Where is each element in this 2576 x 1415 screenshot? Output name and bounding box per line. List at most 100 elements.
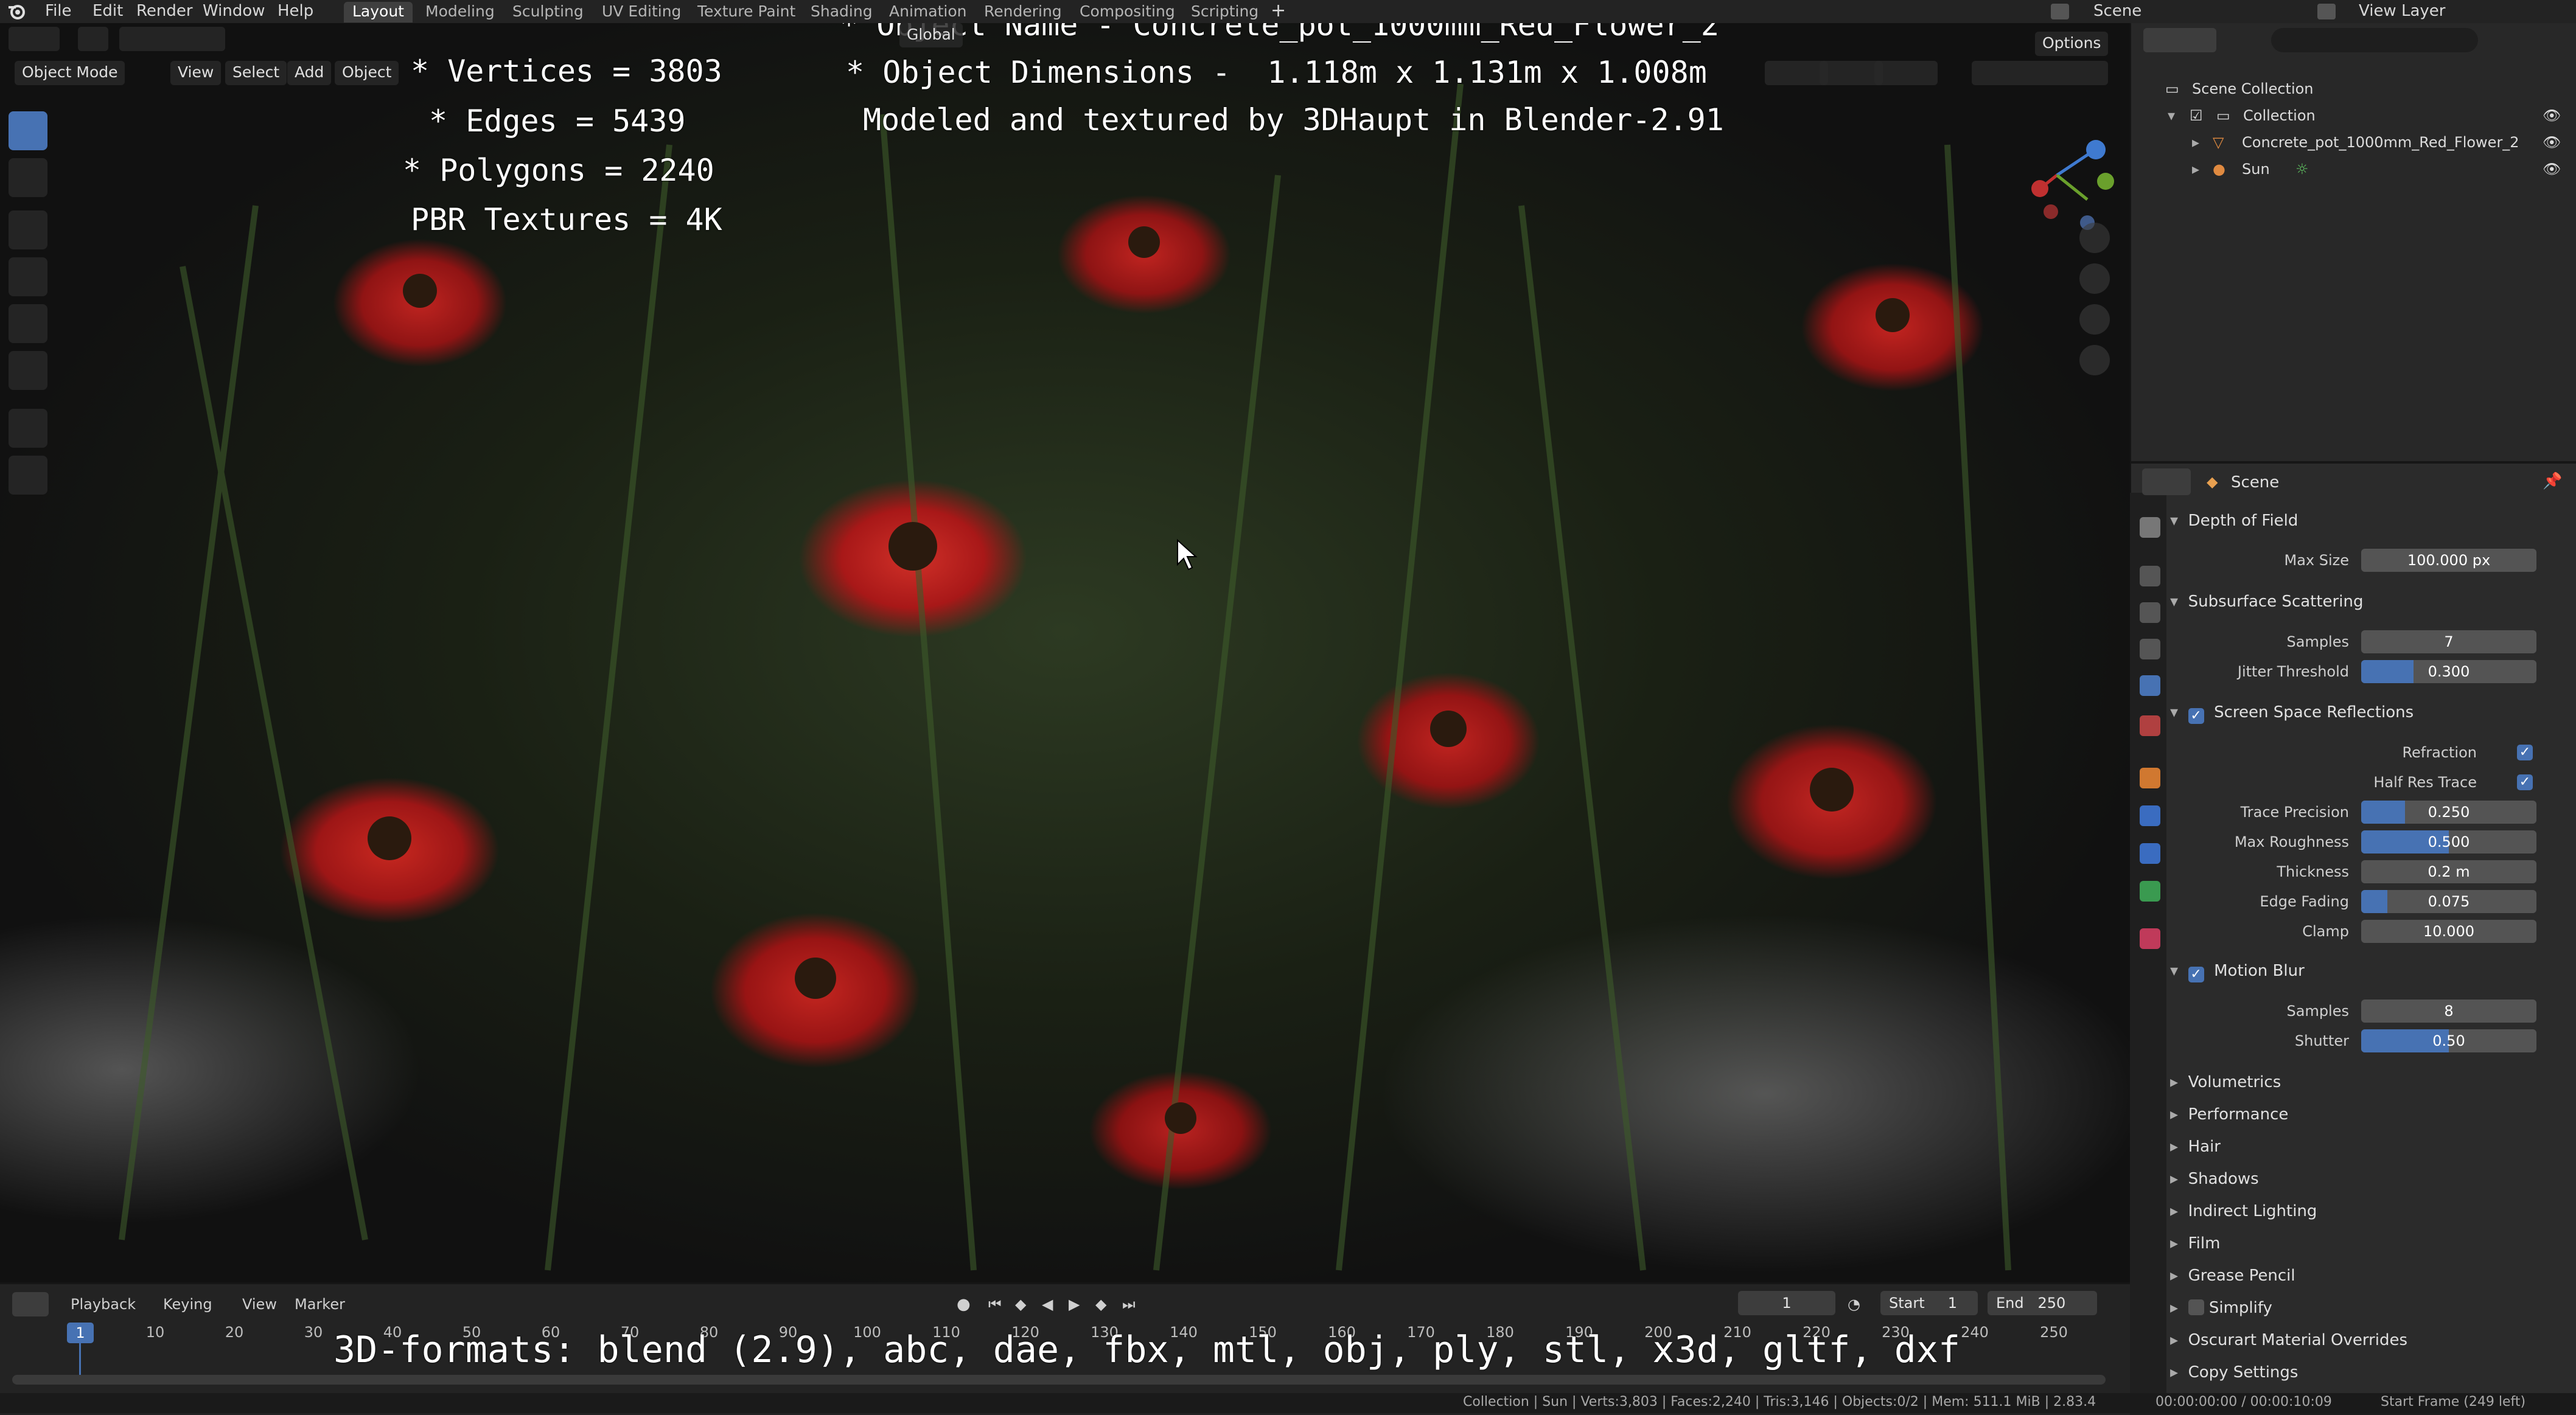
zoom-icon[interactable] [2079, 223, 2110, 253]
eye-icon[interactable]: 👁 [2543, 102, 2561, 129]
menu-edit[interactable]: Edit [92, 0, 123, 23]
viewport-menu-select[interactable]: Select [225, 61, 287, 85]
panel-simplify[interactable]: ▸ Simplify [2170, 1294, 2572, 1322]
pin-icon[interactable]: 📌 [2543, 472, 2562, 490]
camera-view-icon[interactable] [2079, 304, 2110, 335]
rotate-tool-icon[interactable] [9, 257, 47, 296]
view-layer-selector-icon[interactable] [2317, 4, 2336, 19]
panel-film[interactable]: ▸ Film [2170, 1229, 2572, 1257]
panel-shadows[interactable]: ▸ Shadows [2170, 1165, 2572, 1193]
tab-uv-editing[interactable]: UV Editing [593, 2, 689, 23]
scene-selector-icon[interactable] [2051, 4, 2069, 19]
selection-modes-icon[interactable] [119, 27, 225, 51]
transform-orientation-dropdown[interactable]: Global [899, 23, 963, 47]
viewport-menu-view[interactable]: View [170, 61, 222, 85]
tab-layout[interactable]: Layout [344, 2, 413, 23]
jitter-threshold-slider[interactable]: 0.300 [2361, 660, 2536, 683]
end-frame-field[interactable]: End 250 [1988, 1291, 2097, 1315]
motion-blur-samples-field[interactable]: 8 [2361, 1000, 2536, 1023]
timeline-menu-view[interactable]: View [242, 1292, 277, 1316]
tab-scripting[interactable]: Scripting [1182, 2, 1267, 23]
shading-modes-icon[interactable] [1972, 61, 2108, 85]
expand-arrow-icon[interactable]: ▸ [2192, 156, 2199, 183]
panel-performance[interactable]: ▸ Performance [2170, 1100, 2572, 1128]
max-roughness-slider[interactable]: 0.500 [2361, 830, 2536, 854]
current-frame-field[interactable]: 1 [1738, 1291, 1835, 1315]
expand-arrow-icon[interactable]: ▾ [2168, 102, 2175, 129]
menu-window[interactable]: Window [203, 0, 265, 23]
record-icon[interactable]: ● [957, 1292, 971, 1316]
eye-icon[interactable]: 👁 [2543, 129, 2561, 156]
perspective-grid-icon[interactable] [2079, 345, 2110, 375]
tab-modeling[interactable]: Modeling [417, 2, 503, 23]
sss-samples-field[interactable]: 7 [2361, 630, 2536, 653]
annotate-tool-icon[interactable] [9, 409, 47, 448]
blender-logo-icon[interactable] [7, 2, 26, 21]
timeline-menu-marker[interactable]: Marker [295, 1292, 345, 1316]
output-tab-icon[interactable] [2140, 602, 2160, 623]
options-dropdown[interactable]: Options [2035, 32, 2109, 56]
menu-file[interactable]: File [45, 0, 72, 23]
pan-hand-icon[interactable] [2079, 263, 2110, 294]
panel-subsurface-scattering[interactable]: ▾ Subsurface Scattering [2170, 588, 2572, 616]
clock-icon[interactable]: ◔ [1848, 1292, 1860, 1316]
ssr-enable-checkbox[interactable]: ✓ [2188, 708, 2204, 724]
object-tab-icon[interactable] [2140, 768, 2160, 788]
expand-arrow-icon[interactable]: ▸ [2192, 129, 2199, 156]
3d-viewport[interactable]: * Object Name - Concrete_pot_1000mm_Red_… [0, 23, 2130, 1282]
panel-depth-of-field[interactable]: ▾ Depth of Field [2170, 507, 2572, 535]
play-icon[interactable]: ▶ [1069, 1292, 1080, 1316]
panel-motion-blur[interactable]: ▾ ✓ Motion Blur [2170, 957, 2572, 985]
clamp-field[interactable]: 10.000 [2361, 920, 2536, 943]
tab-compositing[interactable]: Compositing [1071, 2, 1184, 23]
playhead[interactable]: 1 [67, 1323, 94, 1343]
timeline-menu-playback[interactable]: Playback [71, 1292, 136, 1316]
start-frame-field[interactable]: Start 1 [1880, 1291, 1978, 1315]
timeline-menu-keying[interactable]: Keying [163, 1292, 212, 1316]
checkbox-icon[interactable]: ☑ [2190, 102, 2203, 129]
panel-oscurart-material-overrides[interactable]: ▸ Oscurart Material Overrides [2170, 1326, 2572, 1354]
measure-tool-icon[interactable] [9, 456, 47, 495]
shutter-slider[interactable]: 0.50 [2361, 1029, 2536, 1052]
scale-tool-icon[interactable] [9, 304, 47, 343]
tab-texture-paint[interactable]: Texture Paint [689, 2, 804, 23]
motion-blur-checkbox[interactable]: ✓ [2188, 967, 2204, 982]
menu-render[interactable]: Render [136, 0, 193, 23]
view-layer-name[interactable]: View Layer [2359, 0, 2445, 23]
outliner-row-collection[interactable]: ▾ ☑ ▭ Collection 👁 [2131, 102, 2576, 129]
refraction-checkbox[interactable]: ✓ [2517, 745, 2533, 760]
next-keyframe-icon[interactable]: ◆ [1095, 1292, 1106, 1316]
move-tool-icon[interactable] [9, 210, 47, 249]
select-box-tool[interactable] [9, 111, 47, 150]
transform-tool-icon[interactable] [9, 351, 47, 390]
timeline-scrollbar[interactable] [12, 1375, 2106, 1385]
jump-start-icon[interactable]: ⏮ [988, 1292, 1002, 1316]
eye-icon[interactable]: 👁 [2543, 156, 2561, 183]
world-tab-icon[interactable] [2140, 715, 2160, 736]
gizmo-toggle-icon[interactable] [1820, 61, 1883, 85]
tab-shading[interactable]: Shading [802, 2, 881, 23]
prev-keyframe-icon[interactable]: ◆ [1015, 1292, 1026, 1316]
panel-volumetrics[interactable]: ▸ Volumetrics [2170, 1068, 2572, 1096]
outliner-row-scene-collection[interactable]: ▭ Scene Collection [2131, 75, 2576, 102]
simplify-checkbox[interactable] [2188, 1299, 2204, 1315]
panel-hair[interactable]: ▸ Hair [2170, 1133, 2572, 1161]
edge-fading-slider[interactable]: 0.075 [2361, 890, 2536, 913]
outliner-search-input[interactable] [2271, 28, 2478, 52]
timeline-editor-type-icon[interactable] [12, 1292, 49, 1316]
add-workspace-icon[interactable]: + [1271, 0, 1286, 23]
jump-end-icon[interactable]: ⏭ [1122, 1292, 1136, 1316]
outliner-row-sun[interactable]: ▸ ● Sun ☼ 👁 [2131, 156, 2576, 183]
object-mode-dropdown[interactable]: Object Mode [15, 61, 125, 85]
panel-indirect-lighting[interactable]: ▸ Indirect Lighting [2170, 1197, 2572, 1225]
outliner-row-object[interactable]: ▸ ▽ Concrete_pot_1000mm_Red_Flower_2 👁 [2131, 129, 2576, 156]
scene-name[interactable]: Scene [2093, 0, 2141, 23]
visibility-icon[interactable] [1765, 61, 1828, 85]
editor-type-icon[interactable] [9, 27, 60, 51]
outliner-display-mode-icon[interactable] [2143, 28, 2216, 52]
menu-help[interactable]: Help [277, 0, 313, 23]
max-size-field[interactable]: 100.000 px [2361, 549, 2536, 572]
navigation-gizmo[interactable] [1996, 114, 2118, 236]
half-res-trace-checkbox[interactable]: ✓ [2517, 774, 2533, 790]
properties-editor-type-icon[interactable] [2142, 468, 2191, 495]
